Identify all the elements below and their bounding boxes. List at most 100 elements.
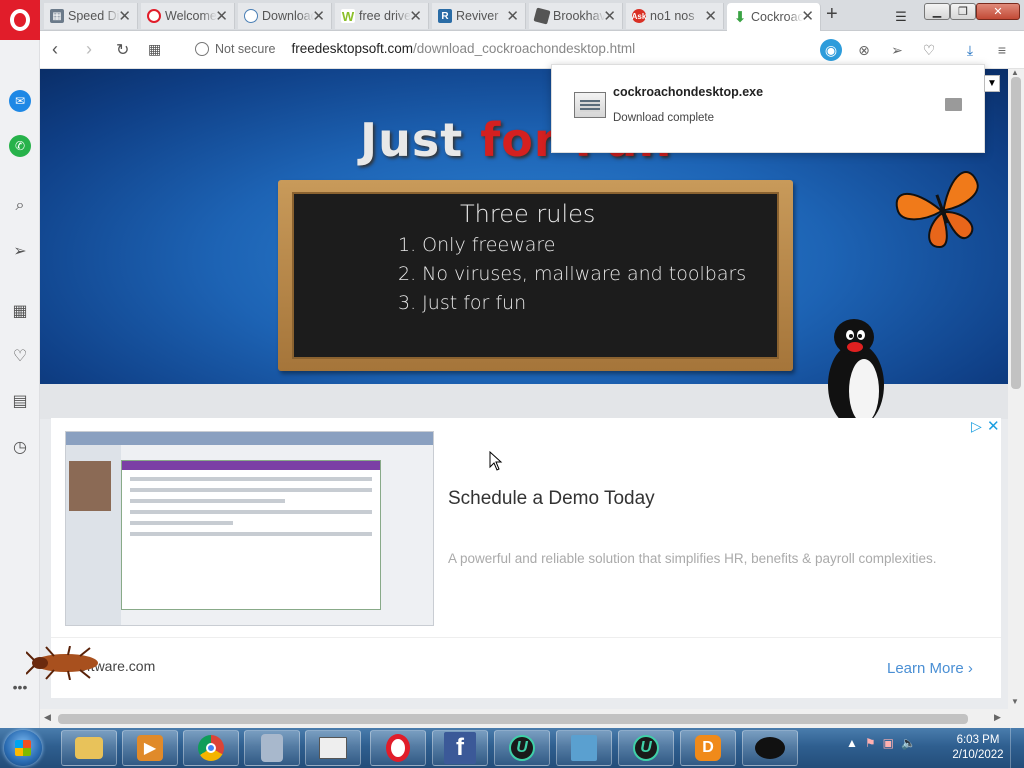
ad-product-screenshot[interactable] — [65, 431, 434, 626]
scroll-down-icon[interactable]: ▼ — [1011, 697, 1019, 706]
reload-button[interactable]: ↻ — [116, 40, 129, 60]
taskbar-explorer[interactable] — [61, 730, 117, 766]
media-player-icon: ▶ — [137, 735, 163, 761]
taskbar-uplay-2[interactable]: U — [618, 730, 674, 766]
exe-file-icon — [574, 92, 606, 118]
chrome-icon — [198, 735, 224, 761]
history-clock-icon[interactable]: ◷ — [9, 436, 31, 458]
close-icon[interactable]: ✕ — [118, 7, 131, 25]
ad-headline[interactable]: Schedule a Demo Today — [448, 488, 655, 510]
adchoices-icon[interactable]: ▷ — [971, 418, 982, 435]
taskbar-chrome[interactable] — [183, 730, 239, 766]
heart-bookmark-icon[interactable]: ♡ — [919, 40, 939, 60]
minimize-button[interactable]: ▁ — [924, 2, 950, 20]
facebook-icon: f — [444, 732, 476, 764]
url-host: freedesktopsoft.com — [291, 41, 414, 56]
taskbar-uplay[interactable]: U — [494, 730, 550, 766]
taskbar-calculator[interactable] — [244, 730, 300, 766]
d3-icon: D — [695, 735, 721, 761]
tab-label: Cockroach — [751, 10, 803, 24]
vertical-scrollbar[interactable]: ▲ ▼ — [1008, 68, 1024, 709]
page-dropdown-icon[interactable]: ▼ — [984, 75, 1000, 92]
news-icon[interactable]: ▤ — [9, 390, 31, 412]
easy-setup-icon[interactable]: ≡ — [992, 40, 1012, 60]
learn-more-link[interactable]: Learn More › — [887, 660, 973, 677]
adblock-icon[interactable]: ⊗ — [854, 40, 874, 60]
send-icon[interactable]: ➢ — [9, 240, 31, 262]
globe-icon — [244, 9, 258, 23]
scrollbar-thumb[interactable] — [1011, 77, 1021, 389]
search-icon[interactable]: ⌕ — [9, 195, 31, 217]
maximize-button[interactable]: ❐ — [950, 2, 976, 20]
opera-menu-button[interactable] — [0, 0, 40, 40]
rule-item: 1. Only freeware — [398, 234, 556, 256]
download-filename[interactable]: cockroachondesktop.exe — [613, 85, 763, 99]
mouse-cursor-icon — [489, 451, 503, 471]
tab-reviver[interactable]: R Reviver ✕ — [432, 3, 526, 29]
tab-welcome[interactable]: Welcome ✕ — [141, 3, 235, 29]
scroll-right-icon[interactable]: ▶ — [994, 712, 1001, 723]
new-tab-button[interactable]: + — [826, 3, 838, 26]
web-page: Just for Fun Three rules 1. Only freewar… — [40, 69, 1008, 709]
tab-speed-dial[interactable]: ▦ Speed Dial ✕ — [44, 3, 138, 29]
send-icon[interactable]: ➢ — [887, 40, 907, 60]
snapshot-camera-icon[interactable]: ◉ — [820, 39, 842, 61]
messenger-icon[interactable]: ✉ — [9, 90, 31, 112]
folder-icon[interactable] — [945, 98, 962, 111]
rule-item: 3. Just for fun — [398, 292, 527, 314]
whatsapp-icon[interactable]: ✆ — [9, 135, 31, 157]
chevron-right-icon: › — [967, 660, 973, 677]
sidebar: ✉ ✆ ⌕ ➢ ▦ ♡ ▤ ◷ ••• — [0, 40, 40, 728]
taskbar-d3[interactable]: D — [680, 730, 736, 766]
speed-dial-icon[interactable]: ▦ — [9, 300, 31, 322]
tabs-grid-button[interactable]: ▦ — [148, 41, 161, 58]
tab-no1-nos[interactable]: Ask no1 nos ✕ — [626, 3, 724, 29]
close-window-button[interactable]: ✕ — [976, 2, 1020, 20]
close-icon[interactable]: ✕ — [603, 7, 616, 25]
tab-free-driver[interactable]: W free driver ✕ — [335, 3, 429, 29]
tab-cockroach[interactable]: ⬇ Cockroach ✕ — [727, 3, 821, 31]
bookmarks-heart-icon[interactable]: ♡ — [9, 345, 31, 367]
taskbar-pingu[interactable] — [742, 730, 798, 766]
close-icon[interactable]: ✕ — [312, 7, 325, 25]
flag-alert-icon[interactable]: ⚑ — [865, 736, 876, 750]
opera-icon — [386, 734, 410, 762]
back-button[interactable]: ‹ — [52, 39, 58, 60]
tab-download[interactable]: Download ✕ — [238, 3, 332, 29]
tab-label: free driver — [359, 9, 411, 23]
show-desktop-button[interactable] — [1010, 728, 1024, 768]
taskbar-cockroach-app[interactable] — [305, 730, 361, 766]
taskbar-opera[interactable] — [370, 730, 426, 766]
tab-menu-icon[interactable]: ☰ — [890, 6, 912, 28]
url-field[interactable]: Not secure freedesktopsoft.com/download_… — [195, 41, 635, 56]
wsearch-icon: W — [341, 8, 355, 24]
start-button[interactable] — [4, 730, 42, 766]
close-icon[interactable]: ✕ — [409, 7, 422, 25]
system-clock[interactable]: 6:03 PM 2/10/2022 — [950, 733, 1006, 763]
scroll-left-icon[interactable]: ◀ — [44, 712, 51, 723]
taskbar-facebook[interactable]: f — [432, 730, 488, 766]
ad-close-icon[interactable]: ✕ — [987, 417, 1000, 435]
advertisement[interactable]: ▷ ✕ Schedule a Demo Today A powerful and… — [51, 418, 1001, 698]
butterfly-icon — [895, 171, 979, 249]
close-icon[interactable]: ✕ — [215, 7, 228, 25]
volume-icon[interactable]: 🔈 — [901, 736, 916, 750]
chalkboard: Three rules 1. Only freeware 2. No virus… — [278, 180, 793, 371]
tray-expand-icon[interactable]: ▲ — [846, 736, 858, 750]
security-indicator[interactable]: Not secure — [215, 42, 275, 56]
close-icon[interactable]: ✕ — [704, 7, 717, 25]
window-app-icon — [319, 737, 347, 759]
taskbar-network-monitor[interactable] — [556, 730, 612, 766]
close-icon[interactable]: ✕ — [506, 7, 519, 25]
scroll-up-icon[interactable]: ▲ — [1011, 68, 1019, 77]
network-alert-icon[interactable]: ▣ — [883, 736, 894, 750]
close-icon[interactable]: ✕ — [801, 7, 814, 25]
forward-button[interactable]: › — [86, 39, 92, 60]
taskbar-media-player[interactable]: ▶ — [122, 730, 178, 766]
tab-brookhaven[interactable]: Brookhaven ✕ — [529, 3, 623, 29]
scrollbar-thumb[interactable] — [58, 714, 968, 724]
opera-icon — [147, 9, 161, 23]
downloads-icon[interactable]: ⤓ — [960, 40, 980, 60]
ask-icon: Ask — [632, 9, 646, 23]
horizontal-scrollbar[interactable]: ◀ ▶ — [40, 709, 1024, 728]
